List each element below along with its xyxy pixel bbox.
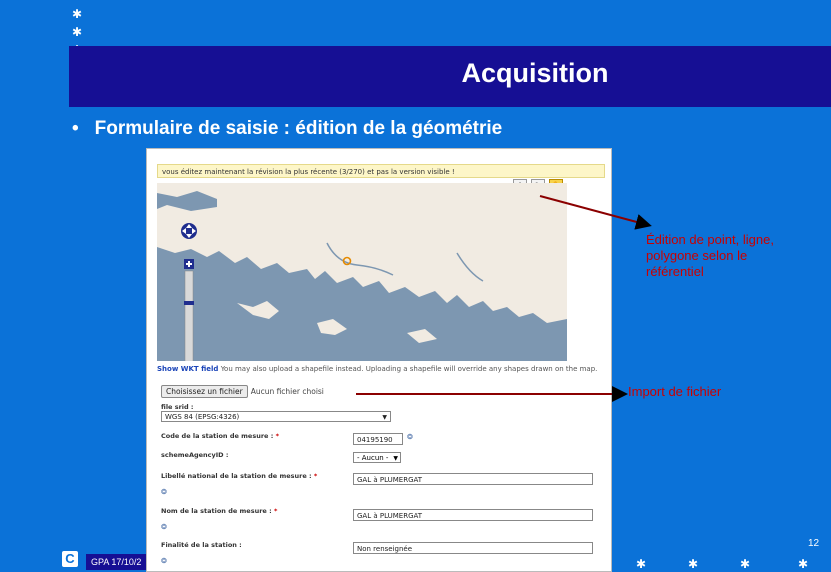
bullet-line: • Formulaire de saisie : édition de la gé… [72, 118, 502, 140]
srid-select[interactable]: WGS 84 (EPSG:4326) ▼ [161, 411, 391, 422]
slide-title: Acquisition [461, 58, 609, 88]
help-icon[interactable]: ❂ [161, 523, 167, 531]
srid-label: file srid : [161, 403, 194, 411]
file-import-note: Import de fichier [628, 384, 722, 399]
decor-dot: ✱ [636, 557, 647, 571]
title-band: Acquisition [69, 46, 831, 107]
decor-dot: ✱ [72, 25, 83, 39]
decor-dot: ✱ [798, 557, 809, 571]
chevron-down-icon: ▼ [393, 455, 398, 462]
station-name-input[interactable]: GAL à PLUMERGAT [353, 509, 593, 521]
decor-dot: ✱ [688, 557, 699, 571]
decor-dot: ✱ [740, 557, 751, 571]
purpose-input[interactable]: Non renseignée [353, 542, 593, 554]
field-label-purpose: Finalité de la station : [161, 541, 242, 549]
help-icon[interactable]: ❂ [161, 557, 167, 565]
station-code-input[interactable]: 04195190 [353, 433, 403, 445]
bullet-marker: • [72, 118, 79, 139]
field-label-national-name: Libellé national de la station de mesure… [161, 472, 318, 480]
field-label-scheme: schemeAgencyID : [161, 451, 229, 459]
national-name-input[interactable]: GAL à PLUMERGAT [353, 473, 593, 485]
field-label-station-name: Nom de la station de mesure : * [161, 507, 278, 515]
decor-dot: ✱ [72, 7, 83, 21]
form-screenshot: vous éditez maintenant la révision la pl… [146, 148, 612, 572]
help-icon[interactable]: ❂ [161, 488, 167, 496]
map-view[interactable] [157, 183, 567, 361]
show-wkt-link[interactable]: Show WKT field [157, 365, 218, 373]
logo-icon: C [62, 551, 78, 567]
help-icon[interactable]: ❂ [407, 433, 413, 441]
page-number: 12 [808, 538, 820, 549]
choose-file-button[interactable]: Choisissez un fichier [161, 385, 248, 398]
field-label-code: Code de la station de mesure : * [161, 432, 279, 440]
wkt-help: Show WKT field You may also upload a sha… [157, 365, 597, 373]
chevron-down-icon: ▼ [382, 414, 387, 421]
revision-warning: vous éditez maintenant la révision la pl… [157, 164, 605, 178]
file-upload-row: Choisissez un fichier Aucun fichier chois… [161, 385, 324, 398]
coastline-map [157, 183, 567, 361]
footer-text: GPA 17/10/2 [86, 554, 146, 570]
shapefile-help-text: You may also upload a shapefile instead.… [220, 365, 598, 373]
edit-geometry-note: Édition de point, ligne, polygone selon … [646, 232, 774, 279]
bullet-text: Formulaire de saisie : édition de la géo… [94, 118, 503, 139]
srid-value: WGS 84 (EPSG:4326) [165, 413, 240, 421]
no-file-label: Aucun fichier choisi [250, 387, 324, 396]
scheme-agency-select[interactable]: - Aucun - ▼ [353, 452, 401, 463]
